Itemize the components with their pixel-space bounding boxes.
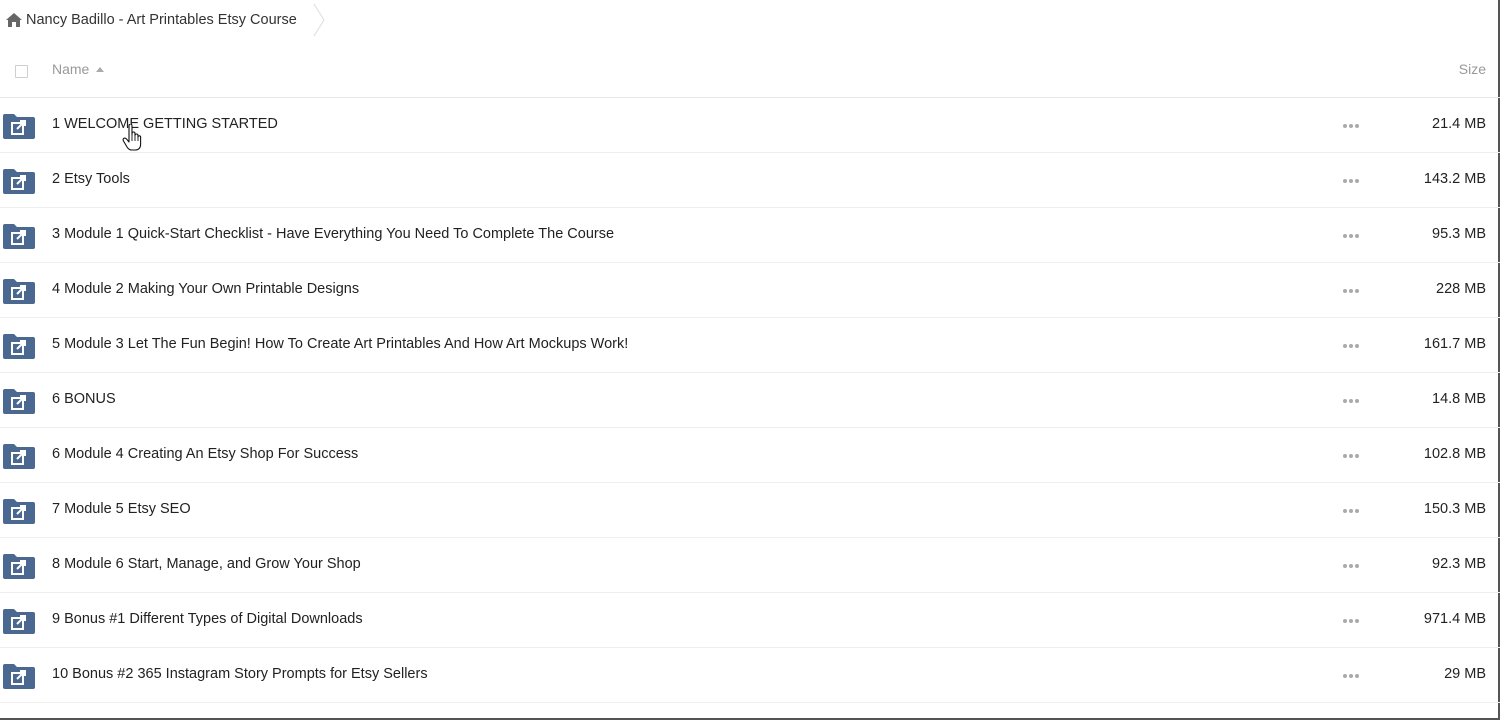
table-row[interactable]: 5 Module 3 Let The Fun Begin! How To Cre… (0, 318, 1500, 373)
more-options-icon[interactable] (1341, 667, 1361, 685)
more-options-icon[interactable] (1341, 172, 1361, 190)
table-row[interactable]: 6 BONUS 14.8 MB (0, 373, 1500, 428)
row-size: 14.8 MB (1432, 391, 1486, 407)
more-options-icon[interactable] (1341, 337, 1361, 355)
row-name[interactable]: 2 Etsy Tools (52, 171, 130, 187)
more-options-icon[interactable] (1341, 282, 1361, 300)
table-row[interactable]: 3 Module 1 Quick-Start Checklist - Have … (0, 208, 1500, 263)
row-size: 102.8 MB (1423, 446, 1486, 462)
shared-folder-icon (3, 279, 35, 304)
select-all-checkbox[interactable] (15, 65, 28, 78)
shared-folder-icon (3, 169, 35, 194)
row-size: 228 MB (1436, 281, 1486, 297)
more-options-icon[interactable] (1341, 392, 1361, 410)
table-row[interactable]: 10 Bonus #2 365 Instagram Story Prompts … (0, 648, 1500, 703)
table-row[interactable]: 1 WELCOME GETTING STARTED 21.4 MB (0, 98, 1500, 153)
row-size: 971.4 MB (1423, 611, 1486, 627)
more-options-icon[interactable] (1341, 557, 1361, 575)
more-options-icon[interactable] (1341, 447, 1361, 465)
row-size: 92.3 MB (1432, 556, 1486, 572)
row-size: 21.4 MB (1432, 116, 1486, 132)
row-size: 143.2 MB (1423, 171, 1486, 187)
shared-folder-icon (3, 224, 35, 249)
home-icon (6, 13, 22, 27)
breadcrumb-label: Nancy Badillo - Art Printables Etsy Cour… (26, 12, 297, 28)
row-name[interactable]: 7 Module 5 Etsy SEO (52, 501, 191, 517)
shared-folder-icon (3, 499, 35, 524)
file-list: 1 WELCOME GETTING STARTED 21.4 MB 2 Etsy… (0, 98, 1500, 703)
shared-folder-icon (3, 609, 35, 634)
breadcrumb-separator-icon (313, 3, 325, 37)
table-row[interactable]: 7 Module 5 Etsy SEO 150.3 MB (0, 483, 1500, 538)
table-row[interactable]: 9 Bonus #1 Different Types of Digital Do… (0, 593, 1500, 648)
row-name[interactable]: 9 Bonus #1 Different Types of Digital Do… (52, 611, 363, 627)
name-column-label: Name (52, 61, 90, 77)
shared-folder-icon (3, 334, 35, 359)
row-name[interactable]: 6 Module 4 Creating An Etsy Shop For Suc… (52, 446, 358, 462)
more-options-icon[interactable] (1341, 227, 1361, 245)
row-name[interactable]: 3 Module 1 Quick-Start Checklist - Have … (52, 226, 614, 242)
table-row[interactable]: 2 Etsy Tools 143.2 MB (0, 153, 1500, 208)
row-size: 150.3 MB (1423, 501, 1486, 517)
file-browser: Nancy Badillo - Art Printables Etsy Cour… (0, 0, 1500, 720)
row-name[interactable]: 8 Module 6 Start, Manage, and Grow Your … (52, 556, 361, 572)
table-row[interactable]: 4 Module 2 Making Your Own Printable Des… (0, 263, 1500, 318)
more-options-icon[interactable] (1341, 117, 1361, 135)
table-row[interactable]: 8 Module 6 Start, Manage, and Grow Your … (0, 538, 1500, 593)
sort-ascending-icon (96, 67, 105, 72)
shared-folder-icon (3, 114, 35, 139)
more-options-icon[interactable] (1341, 502, 1361, 520)
row-size: 161.7 MB (1423, 336, 1486, 352)
breadcrumb-home-folder[interactable]: Nancy Badillo - Art Printables Etsy Cour… (0, 0, 345, 40)
row-size: 95.3 MB (1432, 226, 1486, 242)
size-column-header[interactable]: Size (1459, 61, 1486, 77)
shared-folder-icon (3, 554, 35, 579)
breadcrumb: Nancy Badillo - Art Printables Etsy Cour… (0, 0, 1500, 40)
row-name[interactable]: 4 Module 2 Making Your Own Printable Des… (52, 281, 359, 297)
row-name[interactable]: 1 WELCOME GETTING STARTED (52, 116, 278, 132)
list-header: Name Size (0, 42, 1500, 98)
shared-folder-icon (3, 389, 35, 414)
row-name[interactable]: 6 BONUS (52, 391, 116, 407)
row-name[interactable]: 10 Bonus #2 365 Instagram Story Prompts … (52, 666, 428, 682)
name-column-header[interactable]: Name (52, 61, 105, 77)
shared-folder-icon (3, 664, 35, 689)
row-name[interactable]: 5 Module 3 Let The Fun Begin! How To Cre… (52, 336, 628, 352)
more-options-icon[interactable] (1341, 612, 1361, 630)
table-row[interactable]: 6 Module 4 Creating An Etsy Shop For Suc… (0, 428, 1500, 483)
shared-folder-icon (3, 444, 35, 469)
row-size: 29 MB (1444, 666, 1486, 682)
